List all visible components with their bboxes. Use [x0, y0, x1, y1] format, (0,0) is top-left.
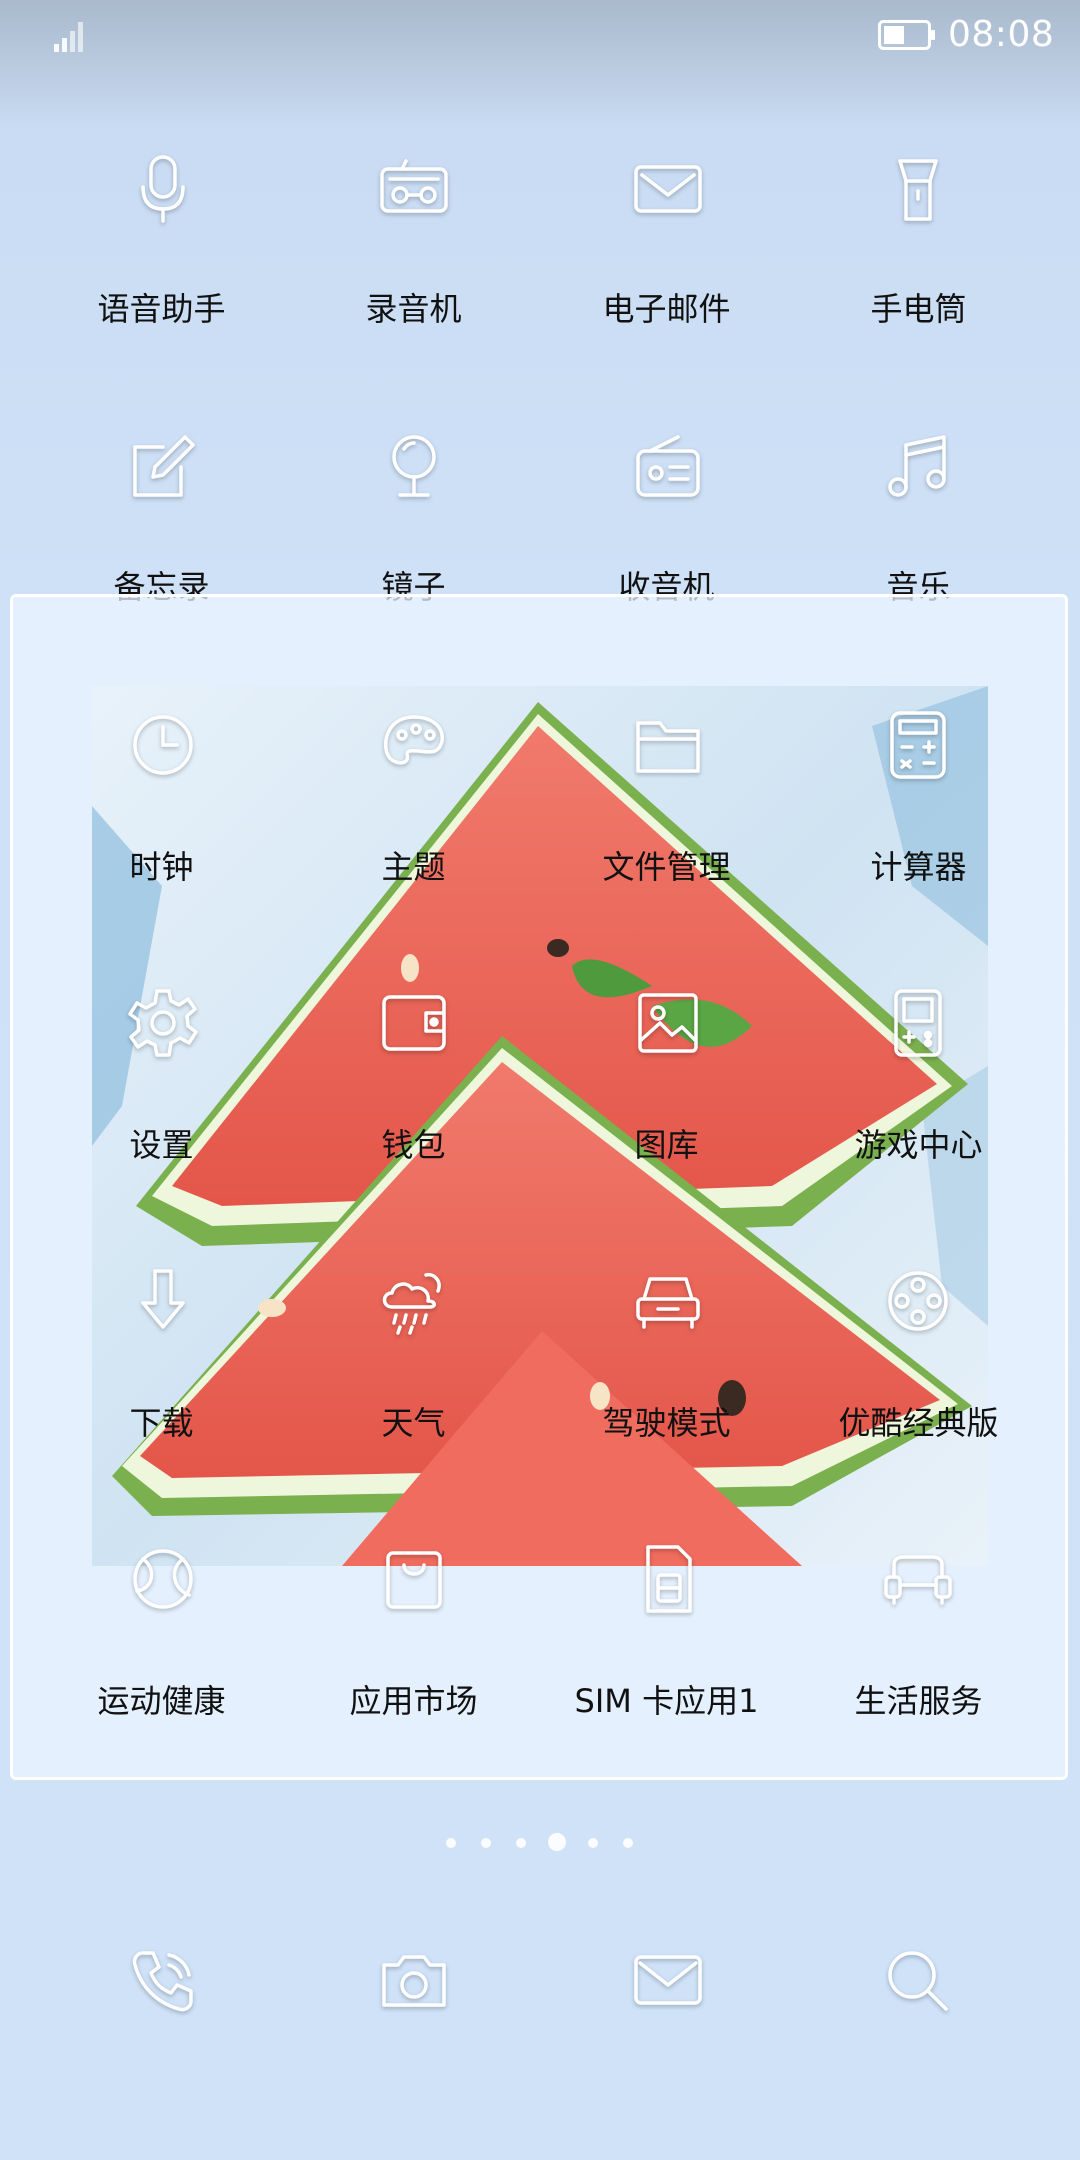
flashlight-icon[interactable]: [873, 144, 963, 234]
app-label: 文件管理: [602, 848, 731, 886]
status-bar: 08:08: [0, 0, 1080, 72]
film-reel-icon[interactable]: [873, 1256, 963, 1346]
car-icon[interactable]: [623, 1256, 713, 1346]
music-icon[interactable]: [873, 422, 963, 512]
calculator-icon[interactable]: [873, 700, 963, 790]
wallet-icon[interactable]: [369, 978, 459, 1068]
folder-icon[interactable]: [623, 700, 713, 790]
signal-icon: [54, 22, 83, 52]
battery-icon: [878, 20, 935, 50]
recorder-icon[interactable]: [369, 144, 459, 234]
microphone-icon[interactable]: [118, 144, 208, 234]
app-label: 电子邮件: [602, 290, 731, 328]
page-dot[interactable]: [481, 1838, 491, 1848]
palette-icon[interactable]: [369, 700, 459, 790]
app-label: 游戏中心: [854, 1126, 983, 1164]
app-label: 应用市场: [349, 1682, 478, 1720]
page-dot[interactable]: [446, 1838, 456, 1848]
page-indicator: [0, 1830, 1080, 1854]
sim-card-icon[interactable]: [623, 1534, 713, 1624]
app-label: 生活服务: [854, 1682, 983, 1720]
shopping-bag-icon[interactable]: [369, 1534, 459, 1624]
page-dot-active[interactable]: [548, 1833, 566, 1851]
message-icon[interactable]: [623, 1936, 713, 2026]
app-label: 图库: [634, 1126, 699, 1164]
weather-icon[interactable]: [369, 1256, 459, 1346]
email-icon[interactable]: [623, 144, 713, 234]
sports-ball-icon[interactable]: [118, 1534, 208, 1624]
app-label: 主题: [381, 848, 446, 886]
app-label: 天气: [381, 1404, 446, 1442]
notepad-icon[interactable]: [118, 422, 208, 512]
phone-icon[interactable]: [118, 1936, 208, 2026]
app-label: 设置: [129, 1126, 194, 1164]
app-label: 录音机: [365, 290, 462, 328]
search-icon[interactable]: [873, 1936, 963, 2026]
gallery-icon[interactable]: [623, 978, 713, 1068]
gamepad-icon[interactable]: [873, 978, 963, 1068]
page-dot[interactable]: [623, 1838, 633, 1848]
app-label: SIM 卡应用1: [574, 1682, 759, 1720]
app-label: 语音助手: [97, 290, 226, 328]
app-label: 手电筒: [870, 290, 967, 328]
app-label: 时钟: [129, 848, 194, 886]
mirror-icon[interactable]: [369, 422, 459, 512]
app-label: 钱包: [381, 1126, 446, 1164]
page-dot[interactable]: [516, 1838, 526, 1848]
app-label: 下载: [129, 1404, 194, 1442]
gear-icon[interactable]: [118, 978, 208, 1068]
radio-icon[interactable]: [623, 422, 713, 512]
clock-time: 08:08: [948, 14, 1055, 55]
app-label: 运动健康: [97, 1682, 226, 1720]
app-label: 计算器: [870, 848, 967, 886]
app-label: 驾驶模式: [602, 1404, 731, 1442]
clock-icon[interactable]: [118, 700, 208, 790]
download-icon[interactable]: [118, 1256, 208, 1346]
sofa-icon[interactable]: [873, 1534, 963, 1624]
camera-icon[interactable]: [369, 1936, 459, 2026]
page-dot[interactable]: [588, 1838, 598, 1848]
app-label: 优酷经典版: [838, 1404, 999, 1442]
